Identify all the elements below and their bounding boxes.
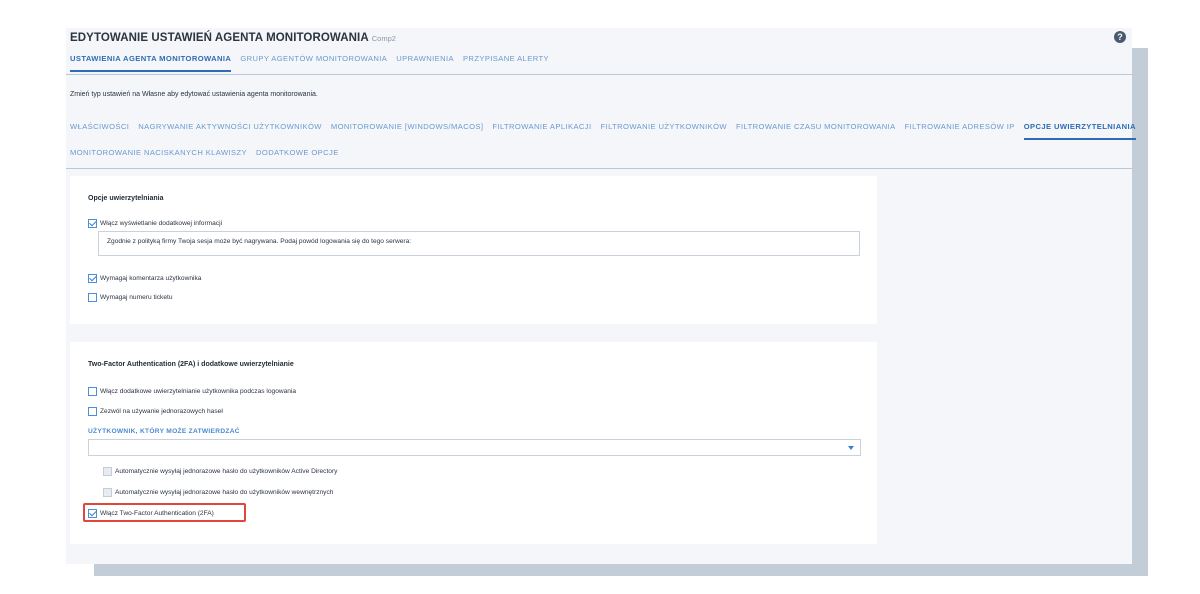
require-ticket-label: Wymagaj numeru ticketu [100, 293, 173, 301]
extra-auth-row[interactable]: Włącz dodatkowe uwierzytelnianie użytkow… [88, 385, 296, 397]
subtab-monitoring-windows-macos[interactable]: MONITOROWANIE [WINDOWS/MACOS] [331, 122, 484, 140]
subtab-additional-options[interactable]: DODATKOWE OPCJE [256, 148, 339, 166]
auto-internal-label: Automatycznie wysyłaj jednorazowe hasło … [115, 488, 334, 496]
help-icon[interactable]: ? [1114, 31, 1126, 43]
page-title: EDYTOWANIE USTAWIEŃ AGENTA MONITOROWANIA [70, 32, 369, 44]
require-comment-label: Wymagaj komentarza użytkownika [100, 274, 202, 282]
twofa-title: Two-Factor Authentication (2FA) i dodatk… [88, 361, 294, 368]
subtab-properties[interactable]: WŁAŚCIWOŚCI [70, 122, 129, 140]
approver-label: UŻYTKOWNIK, KTÓRY MOŻE ZATWIERDZAĆ [88, 428, 240, 435]
auto-internal-checkbox [103, 487, 112, 497]
tab-permissions[interactable]: UPRAWNIENIA [396, 54, 454, 72]
auto-ad-row: Automatycznie wysyłaj jednorazowe hasło … [103, 465, 337, 477]
sub-tabs-divider [66, 168, 1132, 169]
auto-ad-label: Automatycznie wysyłaj jednorazowe hasło … [115, 467, 338, 475]
tab-agent-groups[interactable]: GRUPY AGENTÓW MONITOROWANIA [240, 54, 387, 72]
one-time-password-checkbox[interactable] [88, 406, 97, 416]
require-comment-checkbox[interactable] [88, 273, 97, 283]
subtab-user-filtering[interactable]: FILTROWANIE UŻYTKOWNIKÓW [601, 122, 727, 140]
tab-monitoring-agent-settings[interactable]: USTAWIENIA AGENTA MONITOROWANIA [70, 54, 232, 72]
extra-auth-checkbox[interactable] [88, 386, 97, 396]
extra-auth-label: Włącz dodatkowe uwierzytelnianie użytkow… [100, 387, 297, 395]
auth-options-panel: Opcje uwierzytelniania Włącz wyświetlani… [70, 176, 877, 324]
subtab-ip-filtering[interactable]: FILTROWANIE ADRESÓW IP [905, 122, 1015, 140]
auth-options-title: Opcje uwierzytelniania [88, 195, 164, 202]
main-tabs-divider [66, 74, 1132, 75]
twofa-panel: Two-Factor Authentication (2FA) i dodatk… [70, 342, 877, 544]
show-info-row[interactable]: Włącz wyświetlanie dodatkowej informacji [88, 217, 222, 229]
sub-tabs-row-2: MONITOROWANIE NACISKANYCH KLAWISZY DODAT… [70, 148, 339, 166]
subtab-authentication-options[interactable]: OPCJE UWIERZYTELNIANIA [1023, 122, 1136, 140]
require-ticket-checkbox[interactable] [88, 292, 97, 302]
auto-ad-checkbox [103, 466, 112, 476]
show-info-label: Włącz wyświetlanie dodatkowej informacji [100, 219, 223, 227]
require-comment-row[interactable]: Wymagaj komentarza użytkownika [88, 272, 201, 284]
chevron-down-icon[interactable] [848, 446, 854, 450]
require-ticket-row[interactable]: Wymagaj numeru ticketu [88, 291, 173, 303]
subtab-monitoring-time-filtering[interactable]: FILTROWANIE CZASU MONITOROWANIA [736, 122, 896, 140]
one-time-password-row[interactable]: Zezwól na używanie jednorazowych haseł [88, 405, 223, 417]
subtab-user-activity-recording[interactable]: NAGRYWANIE AKTYWNOŚCI UŻYTKOWNIKÓW [138, 122, 322, 140]
approver-select[interactable] [88, 439, 861, 456]
sub-tabs-row-1: WŁAŚCIWOŚCI NAGRYWANIE AKTYWNOŚCI UŻYTKO… [70, 122, 1136, 140]
settings-window: EDYTOWANIE USTAWIEŃ AGENTA MONITOROWANIA… [66, 28, 1136, 564]
tab-assigned-alerts[interactable]: PRZYPISANE ALERTY [463, 54, 549, 72]
info-text: Zmień typ ustawień na Własne aby edytowa… [70, 91, 318, 98]
subtab-keystroke-monitoring[interactable]: MONITOROWANIE NACISKANYCH KLAWISZY [70, 148, 247, 166]
page-subtitle: Comp2 [371, 34, 396, 43]
enable-2fa-highlight [83, 503, 246, 522]
show-info-checkbox[interactable] [88, 218, 97, 228]
main-tabs: USTAWIENIA AGENTA MONITOROWANIA GRUPY AG… [70, 54, 549, 72]
title-row: EDYTOWANIE USTAWIEŃ AGENTA MONITOROWANIA… [70, 32, 396, 48]
info-message-field[interactable]: Zgodnie z polityką firmy Twoja sesja moż… [98, 231, 860, 256]
one-time-password-label: Zezwól na używanie jednorazowych haseł [100, 407, 223, 415]
auto-internal-row: Automatycznie wysyłaj jednorazowe hasło … [103, 486, 333, 498]
subtab-application-filtering[interactable]: FILTROWANIE APLIKACJI [492, 122, 591, 140]
